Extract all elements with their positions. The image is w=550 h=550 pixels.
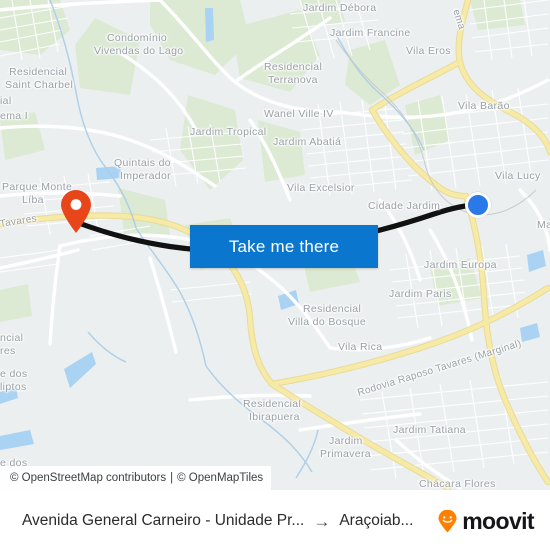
attribution-openmaptiles[interactable]: © OpenMapTiles	[177, 472, 263, 484]
map-canvas[interactable]: Jardim Débora Condomínio Vivendas do Lag…	[0, 0, 550, 490]
destination-dot[interactable]	[465, 192, 491, 218]
trip-destination-label: Araçoiab...	[339, 512, 414, 529]
take-me-there-button[interactable]: Take me there	[190, 225, 378, 268]
map-attribution: © OpenStreetMap contributors | © OpenMap…	[0, 466, 272, 490]
trip-endpoints[interactable]: Avenida General Carneiro - Unidade Pr...…	[0, 512, 438, 530]
moovit-pin-icon	[438, 509, 457, 533]
attribution-separator: |	[170, 472, 174, 484]
moovit-wordmark: moovit	[462, 507, 534, 534]
moovit-logo[interactable]: moovit	[438, 508, 550, 535]
trip-summary-bar: Avenida General Carneiro - Unidade Pr...…	[0, 490, 550, 550]
moovit-map-screen: Jardim Débora Condomínio Vivendas do Lag…	[0, 0, 550, 550]
arrow-right-icon: →	[313, 511, 331, 531]
origin-pin[interactable]	[59, 190, 93, 234]
trip-origin-label: Avenida General Carneiro - Unidade Pr...	[22, 512, 305, 529]
attribution-openstreetmap[interactable]: © OpenStreetMap contributors	[10, 472, 166, 484]
